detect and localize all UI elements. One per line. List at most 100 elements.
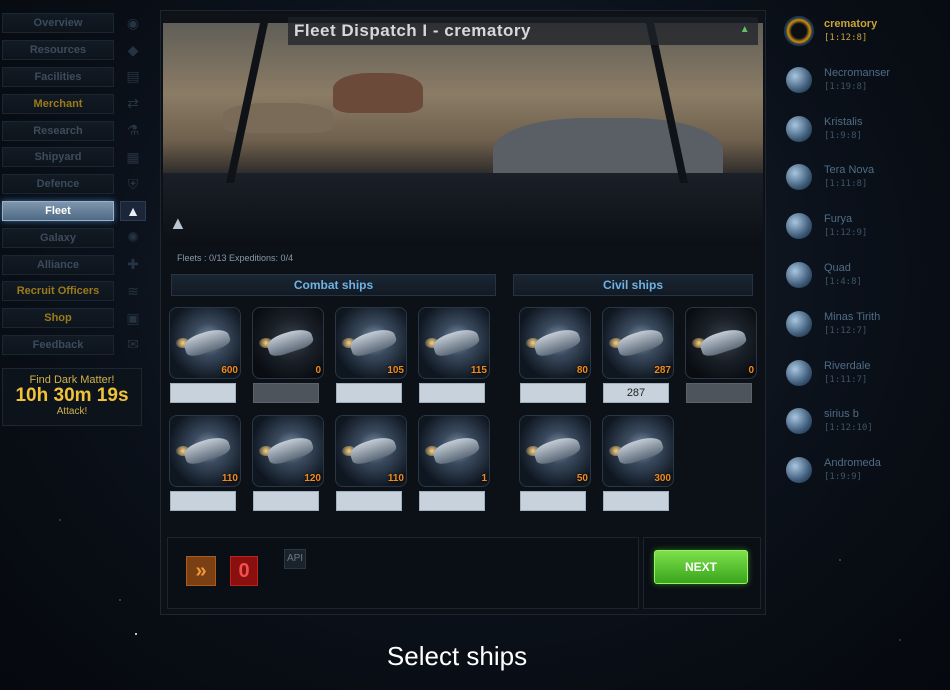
ship-quantity-input[interactable]: [520, 491, 586, 511]
nav-item-label: Feedback: [2, 334, 114, 355]
ship-image[interactable]: 115: [418, 307, 490, 379]
nav-item-label: Recruit Officers: [2, 281, 114, 302]
nav-item-shipyard[interactable]: Shipyard ▦: [0, 144, 160, 171]
feedback-icon[interactable]: ✉: [120, 335, 146, 355]
planet-coordinates: [1:12:9]: [824, 228, 868, 239]
crystal-icon[interactable]: ◆: [120, 40, 146, 60]
ship-image[interactable]: 110: [335, 415, 407, 487]
ship-slot: 110: [335, 415, 407, 515]
nav-item-facilities[interactable]: Facilities ▤: [0, 64, 160, 91]
planet-item[interactable]: Kristalis [1:9:8]: [782, 114, 942, 163]
combat-ships-header: Combat ships: [171, 274, 496, 296]
fleet-icon[interactable]: ▲: [120, 200, 146, 221]
ship-available-count: 600: [221, 365, 238, 376]
ship-quantity-input[interactable]: [253, 491, 319, 511]
ship-image[interactable]: 287: [602, 307, 674, 379]
planet-name: Necromanser: [824, 66, 891, 79]
nav-item-resources[interactable]: Resources ◆: [0, 37, 160, 64]
select-all-ships-button[interactable]: »: [186, 556, 216, 586]
planet-name: sirius b: [824, 408, 859, 421]
gift-icon[interactable]: ▣: [120, 308, 146, 328]
galaxy-icon[interactable]: ✺: [120, 228, 146, 248]
nav-item-label: Resources: [2, 40, 114, 61]
alliance-icon[interactable]: ✚: [120, 255, 146, 275]
planet-item[interactable]: crematory [1:12:8]: [782, 16, 942, 65]
nav-item-recruit-officers[interactable]: Recruit Officers ≋: [0, 278, 160, 305]
shield-icon[interactable]: ⛨: [120, 174, 146, 194]
ship-available-count: 287: [654, 365, 671, 376]
ship-quantity-input[interactable]: [603, 491, 669, 511]
planet-item[interactable]: Tera Nova [1:11:8]: [782, 162, 942, 211]
ship-image[interactable]: 0: [685, 307, 757, 379]
nav-item-overview[interactable]: Overview ◉: [0, 10, 160, 37]
nav-item-label: Shipyard: [2, 147, 114, 168]
nav-item-label: Research: [2, 120, 114, 141]
ship-quantity-input[interactable]: [336, 491, 402, 511]
fleet-controls: » 0 API: [167, 537, 639, 609]
ship-quantity-input[interactable]: [603, 383, 669, 403]
ship-image[interactable]: 120: [252, 415, 324, 487]
planet-item[interactable]: Furya [1:12:9]: [782, 211, 942, 260]
ship-quantity-input: [686, 383, 752, 403]
fleet-dispatch-panel: ▲ Fleet Dispatch I - crematory ▲ Fleets …: [160, 10, 766, 615]
civil-ships-header: Civil ships: [513, 274, 753, 296]
nav-item-fleet[interactable]: Fleet ▲: [0, 198, 160, 225]
collapse-toggle-icon[interactable]: ▲: [738, 23, 752, 37]
ship-slot: 287: [602, 307, 674, 407]
nav-item-research[interactable]: Research ⚗: [0, 117, 160, 144]
planet-coordinates: [1:9:8]: [824, 130, 862, 141]
ship-quantity-input[interactable]: [170, 491, 236, 511]
ship-image[interactable]: 1: [418, 415, 490, 487]
planet-name: Andromeda: [824, 457, 881, 470]
factory-icon[interactable]: ▤: [120, 67, 146, 87]
nav-item-shop[interactable]: Shop ▣: [0, 305, 160, 332]
ship-available-count: 115: [470, 365, 487, 376]
dark-matter-attack-link[interactable]: Attack!: [3, 406, 141, 417]
caption-text: Select ships: [386, 641, 528, 671]
ship-image[interactable]: 110: [169, 415, 241, 487]
planet-item[interactable]: Riverdale [1:11:7]: [782, 358, 942, 407]
reset-ships-button[interactable]: 0: [230, 556, 258, 586]
planet-item[interactable]: sirius b [1:12:10]: [782, 406, 942, 455]
page-title-text: Fleet Dispatch I - crematory: [294, 21, 531, 40]
ship-quantity-input[interactable]: [419, 383, 485, 403]
ship-image[interactable]: 80: [519, 307, 591, 379]
dark-matter-timer: 10h 30m 19s: [15, 385, 129, 406]
ship-quantity-input[interactable]: [170, 383, 236, 403]
ship-image[interactable]: 600: [169, 307, 241, 379]
planet-item[interactable]: Minas Tirith [1:12:7]: [782, 309, 942, 358]
planet-icon: [786, 213, 812, 240]
planet-icon: [786, 66, 812, 93]
api-button[interactable]: API: [284, 549, 306, 569]
nav-item-defence[interactable]: Defence ⛨: [0, 171, 160, 198]
ship-quantity-input[interactable]: [419, 491, 485, 511]
ship-image[interactable]: 50: [519, 415, 591, 487]
ship-quantity-input[interactable]: [520, 383, 586, 403]
ship-image[interactable]: 300: [602, 415, 674, 487]
nav-item-galaxy[interactable]: Galaxy ✺: [0, 224, 160, 251]
shipyard-icon[interactable]: ▦: [120, 147, 146, 167]
nav-item-label: Fleet: [2, 200, 114, 221]
nav-item-feedback[interactable]: Feedback ✉: [0, 332, 160, 359]
planet-icon: [784, 16, 814, 46]
officer-icon[interactable]: ≋: [120, 281, 146, 301]
ship-quantity-input[interactable]: [336, 383, 402, 403]
ship-slot: 115: [418, 307, 490, 407]
exchange-icon[interactable]: ⇄: [120, 94, 146, 114]
ship-slot: 120: [252, 415, 324, 515]
ship-image[interactable]: 0: [252, 307, 324, 379]
planet-item[interactable]: Quad [1:4:8]: [782, 260, 942, 309]
main-navigation: Overview ◉ Resources ◆ Facilities ▤ Merchant ⇄ R…: [0, 10, 160, 358]
nav-item-alliance[interactable]: Alliance ✚: [0, 251, 160, 278]
dark-matter-promo[interactable]: Find Dark Matter! 10h 30m 19s Attack!: [2, 368, 142, 426]
flask-icon[interactable]: ⚗: [120, 121, 146, 141]
next-button[interactable]: NEXT: [654, 550, 748, 584]
planet-item[interactable]: Andromeda [1:9:9]: [782, 455, 942, 504]
planet-item[interactable]: Necromanser [1:19:8]: [782, 65, 942, 114]
planet-icon[interactable]: ◉: [120, 13, 146, 33]
ship-available-count: 0: [748, 365, 754, 376]
ship-image[interactable]: 105: [335, 307, 407, 379]
planet-icon: [786, 408, 812, 435]
nav-item-merchant[interactable]: Merchant ⇄: [0, 90, 160, 117]
next-button-container: NEXT: [643, 537, 761, 609]
